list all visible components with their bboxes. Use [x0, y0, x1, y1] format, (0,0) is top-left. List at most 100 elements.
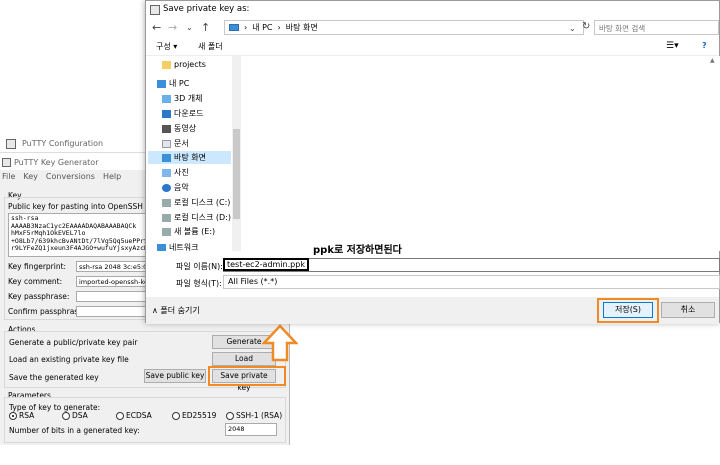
confirm-passphrase-field[interactable] — [76, 306, 146, 317]
download-icon — [162, 109, 171, 118]
filename-label: 파일 이름(N): — [176, 262, 223, 271]
filetype-select[interactable]: All Files (*.*) — [223, 275, 720, 289]
radio-dot — [172, 411, 180, 420]
sidebar-label: projects — [174, 60, 206, 69]
sidebar-item-desktop[interactable]: 바탕 화면 — [148, 151, 231, 164]
sidebar-item-mypc[interactable]: 내 PC — [157, 77, 189, 90]
up-folder-icon[interactable]: ↑ — [201, 21, 210, 34]
cancel-button[interactable]: 취소 — [661, 302, 715, 318]
desktop-icon — [162, 153, 171, 162]
menu-help[interactable]: Help — [103, 172, 121, 181]
network-icon — [157, 243, 166, 251]
sidebar-label: 로컬 디스크 (D:) — [174, 213, 231, 222]
forward-icon[interactable]: → — [168, 21, 177, 34]
key-line: r9LYFeZQ1jxeun3F4AJGO+wufuYjsxyAzcRES — [11, 244, 148, 253]
keygen-icon — [2, 158, 11, 167]
scrollbar-thumb[interactable] — [233, 129, 240, 219]
fingerprint-field[interactable]: ssh-rsa 2048 3c:e5:06 — [76, 261, 146, 272]
bits-field[interactable]: 2048 — [225, 423, 277, 436]
new-folder-button[interactable]: 새 폴더 — [198, 41, 223, 52]
document-icon — [162, 139, 171, 148]
sidebar-item-drive-d[interactable]: 로컬 디스크 (D:) — [162, 211, 231, 224]
dialog-navrow: ← → ⌄ ↑ › 내 PC › 바탕 화면 ⌄ ↻ 바탕 화면 검색 — [146, 18, 719, 38]
menu-key[interactable]: Key — [23, 172, 38, 181]
back-icon[interactable]: ← — [152, 21, 161, 34]
sidebar-scrollbar[interactable] — [232, 56, 241, 251]
filename-input[interactable]: test-ec2-admin.ppk — [223, 258, 720, 272]
load-text: Load an existing private key file — [9, 355, 129, 364]
public-key-textarea[interactable]: ssh-rsa AAAAB3NzaC1yc2EAAAADAQABAAABAQCk… — [8, 213, 148, 257]
bits-label: Number of bits in a generated key: — [9, 426, 140, 435]
confirm-passphrase-label: Confirm passphrase: — [8, 307, 86, 316]
save-button-highlight — [597, 298, 659, 323]
comment-label: Key comment: — [8, 277, 63, 286]
radio-ssh1-rsa[interactable]: SSH-1 (RSA) — [226, 411, 282, 420]
scroll-up-icon[interactable]: ▲ — [710, 57, 715, 64]
comment-field[interactable]: imported-openssh-key — [76, 276, 146, 287]
sidebar-item-network[interactable]: 네트워크 — [157, 241, 198, 251]
keygen-title: PuTTY Key Generator — [14, 158, 99, 167]
drive-icon — [162, 213, 171, 222]
putty-config-title: PuTTY Configuration — [22, 139, 104, 148]
sidebar-item-music[interactable]: 음악 — [162, 181, 189, 194]
sidebar-item-pictures[interactable]: 사진 — [162, 166, 189, 179]
radio-ecdsa[interactable]: ECDSA — [116, 411, 152, 420]
chevron-up-icon: ∧ — [152, 306, 158, 315]
file-list[interactable] — [242, 56, 720, 251]
radio-dot — [116, 411, 124, 420]
radio-label: RSA — [19, 411, 35, 420]
computer-icon — [157, 79, 166, 88]
hide-folders-toggle[interactable]: ∧ 폴더 숨기기 — [152, 305, 200, 316]
sidebar-label: 동영상 — [174, 124, 197, 133]
sidebar-item-videos[interactable]: 동영상 — [162, 122, 196, 135]
sidebar-label: 로컬 디스크 (C:) — [174, 198, 231, 207]
address-bar[interactable]: › 내 PC › 바탕 화면 — [224, 20, 584, 35]
sidebar-label: 바탕 화면 — [174, 153, 206, 162]
sidebar-label: 사진 — [174, 168, 189, 177]
drive-icon — [162, 227, 171, 236]
radio-rsa[interactable]: RSA — [9, 411, 34, 420]
keygen-menubar: File Key Conversions Help — [2, 172, 121, 181]
breadcrumb-desktop[interactable]: 바탕 화면 — [286, 22, 318, 33]
sidebar-label: 다운로드 — [174, 109, 204, 118]
passphrase-field[interactable] — [76, 291, 146, 302]
sidebar-item-downloads[interactable]: 다운로드 — [162, 107, 203, 120]
hide-folders-label: 폴더 숨기기 — [160, 306, 200, 315]
menu-file[interactable]: File — [2, 172, 15, 181]
sidebar-label: 문서 — [174, 139, 189, 148]
monitor-icon — [229, 24, 239, 31]
sidebar-item-drive-c[interactable]: 로컬 디스크 (C:) — [162, 196, 230, 209]
filename-value: test-ec2-admin.ppk — [223, 258, 309, 271]
annotation-note: ppk로 저장하면된다 — [313, 245, 402, 256]
dialog-title: Save private key as: — [163, 4, 250, 14]
sidebar-label: 새 볼륨 (E:) — [174, 227, 216, 236]
sidebar-item-3d[interactable]: 3D 개체 — [162, 92, 203, 105]
address-dropdown-icon[interactable]: ⌄ — [569, 24, 576, 33]
sidebar-item-documents[interactable]: 문서 — [162, 137, 189, 150]
breadcrumb-sep-icon: › — [277, 23, 281, 32]
putty-icon — [6, 139, 16, 149]
radio-label: ECDSA — [126, 411, 152, 420]
dialog-app-icon — [150, 5, 160, 15]
menu-conversions[interactable]: Conversions — [46, 172, 95, 181]
refresh-icon[interactable]: ↻ — [582, 21, 590, 32]
sidebar-item-projects[interactable]: projects — [162, 58, 206, 71]
drive-icon — [162, 198, 171, 207]
organize-button[interactable]: 구성 ▾ — [156, 41, 177, 52]
sidebar-label: 네트워크 — [169, 243, 199, 251]
sidebar-item-drive-e[interactable]: 새 볼륨 (E:) — [162, 225, 215, 238]
file-list-scrollbar[interactable]: ▲ — [708, 56, 719, 251]
radio-label: SSH-1 (RSA) — [236, 411, 283, 420]
picture-icon — [162, 168, 171, 177]
passphrase-label: Key passphrase: — [8, 292, 70, 301]
breadcrumb-mypc[interactable]: 내 PC — [252, 22, 272, 33]
radio-dsa[interactable]: DSA — [62, 411, 88, 420]
recent-dropdown-icon[interactable]: ⌄ — [186, 23, 193, 32]
radio-ed25519[interactable]: ED25519 — [172, 411, 216, 420]
search-input[interactable]: 바탕 화면 검색 — [594, 20, 719, 35]
fingerprint-label: Key fingerprint: — [8, 262, 67, 271]
music-icon — [162, 183, 171, 192]
view-options-icon[interactable]: ☰▾ — [666, 41, 679, 51]
help-icon[interactable]: ? — [702, 41, 707, 50]
save-public-key-button[interactable]: Save public key — [144, 369, 206, 383]
